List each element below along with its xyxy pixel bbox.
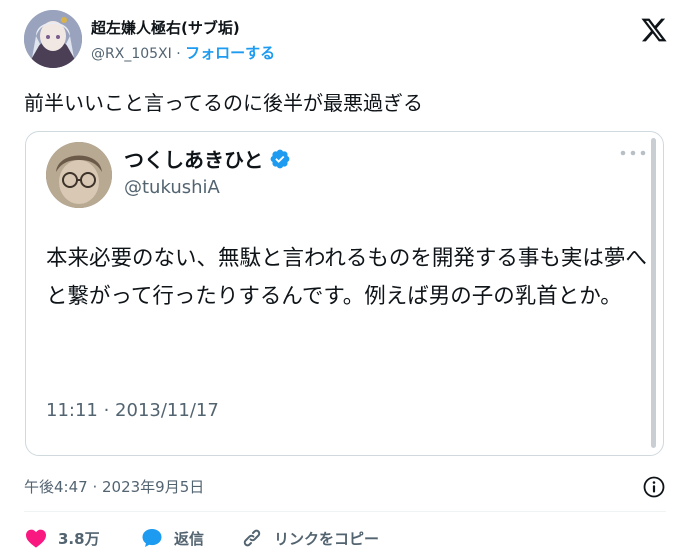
quoted-timestamp[interactable]: 11:11 · 2013/11/17 [46,399,219,423]
x-logo-icon[interactable] [640,16,668,44]
info-icon[interactable] [642,475,666,499]
author-avatar-image [24,10,82,68]
tweet-timestamp[interactable]: 午後4:47 · 2023年9月5日 [24,476,204,498]
heart-icon [26,529,46,548]
reply-button[interactable]: 返信 [140,523,204,553]
tweet-header: 超左嫌人極右(サブ垢) @RX_105XI · フォローする [24,10,667,72]
author-display-name[interactable]: 超左嫌人極右(サブ垢) [91,18,275,38]
like-count: 3.8万 [58,529,100,548]
quoted-avatar-image [46,142,112,208]
like-button[interactable]: 3.8万 [24,523,100,553]
verified-badge-icon [271,149,290,169]
quoted-author-name-row: つくしあきひと [124,146,291,174]
quoted-author-avatar[interactable] [46,142,112,208]
reply-label: 返信 [174,529,205,548]
tweet-text: 前半いいこと言ってるのに後半が最悪過ぎる [24,91,423,115]
copy-link-button[interactable]: リンクをコピー [240,523,379,553]
quoted-handle[interactable]: @tukushiA [124,176,220,200]
quoted-tweet-card[interactable]: つくしあきひと @tukushiA 本来必要のない、無駄と言われるものを開発する… [25,131,664,456]
actions-divider [24,511,666,512]
link-icon [243,529,261,547]
quoted-scrollbar[interactable] [651,138,656,448]
author-name-block: 超左嫌人極右(サブ垢) @RX_105XI · フォローする [91,18,275,65]
author-handle[interactable]: @RX_105XI [91,46,172,62]
author-avatar[interactable] [24,10,82,68]
quoted-tweet-text: 本来必要のない、無駄と言われるものを開発する事も実は夢へと繋がって行ったりするん… [46,246,647,309]
more-dots-icon[interactable] [618,146,648,160]
follow-button[interactable]: フォローする [185,44,275,62]
author-handle-row: @RX_105XI · フォローする [91,42,275,65]
copy-link-label: リンクをコピー [274,529,380,548]
tweet-actions: 3.8万 返信 リンクをコピー [24,523,666,553]
quoted-display-name[interactable]: つくしあきひと [124,148,263,172]
speech-bubble-icon [142,529,162,547]
handle-separator: · [176,46,181,62]
